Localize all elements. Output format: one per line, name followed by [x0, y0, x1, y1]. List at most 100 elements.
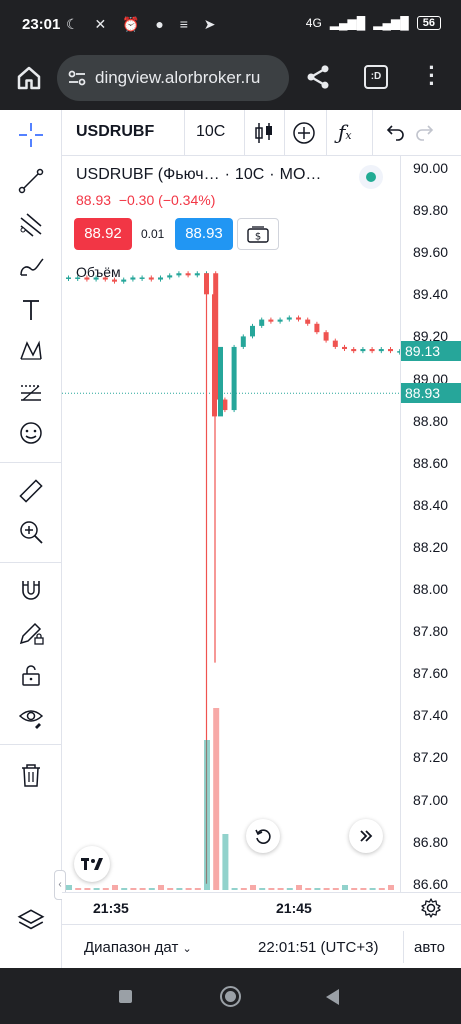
legend-title[interactable]: USDRUBF (Фьюч…: [76, 166, 220, 183]
last-price-marker: 89.13: [401, 341, 461, 362]
candle-body: [388, 349, 393, 352]
wifi-icon: ▂▄▆█: [373, 16, 409, 30]
brush-tool[interactable]: [16, 252, 46, 282]
volume-bar: [75, 888, 82, 890]
zoom-tool[interactable]: [16, 517, 46, 547]
toolbar-divider: [326, 110, 327, 156]
candle-body: [231, 346, 237, 411]
date-range-label: Диапазон дат: [84, 939, 179, 956]
lock-drawings-tool[interactable]: [16, 618, 46, 648]
volume-bar: [323, 888, 330, 890]
crosshair-tool[interactable]: [16, 120, 46, 150]
home-button[interactable]: [14, 63, 44, 93]
url-text: dingview.alorbroker.ru: [95, 68, 261, 87]
toolbar-divider: [244, 110, 245, 156]
scroll-to-realtime-button[interactable]: [349, 819, 383, 853]
trend-line-icon: [18, 168, 44, 194]
trend-line-tool[interactable]: [16, 166, 46, 196]
price-label: 86.80: [413, 833, 449, 850]
sell-button[interactable]: 88.92: [74, 218, 132, 250]
text-icon: [23, 300, 39, 320]
unlock-icon: [22, 665, 40, 686]
volume-bar: [93, 888, 100, 890]
brush-icon: [20, 258, 44, 276]
emoji-tool[interactable]: [16, 418, 46, 448]
tabs-button[interactable]: :D: [364, 65, 388, 89]
spike-body: [212, 294, 217, 417]
buy-button[interactable]: 88.93: [175, 218, 233, 250]
toolbar-divider: [0, 744, 62, 745]
order-book-button[interactable]: $: [237, 218, 279, 250]
redo-button[interactable]: [413, 120, 439, 146]
reset-chart-button[interactable]: [246, 819, 280, 853]
time-label: 21:45: [276, 900, 312, 916]
magnet-tool[interactable]: [16, 576, 46, 606]
auto-scale-button[interactable]: авто: [414, 939, 445, 956]
price-label: 89.80: [413, 202, 449, 219]
volume-bar: [259, 888, 266, 890]
price-axis[interactable]: 90.00 89.80 89.60 89.40 89.20 89.00 88.80 88.60…: [400, 156, 461, 892]
volume-indicator-label[interactable]: Объём: [76, 264, 121, 280]
measure-tool[interactable]: [16, 476, 46, 506]
redo-icon: [416, 125, 434, 141]
symbol-search-button[interactable]: USDRUBF: [76, 123, 154, 141]
timeframe-button[interactable]: 10C: [196, 123, 225, 141]
text-tool[interactable]: [16, 295, 46, 325]
undo-button[interactable]: [383, 120, 409, 146]
volume-bar: [185, 888, 192, 890]
system-nav-bar: [0, 968, 461, 1024]
pitchfork-tool[interactable]: [16, 209, 46, 239]
browser-toolbar: dingview.alorbroker.ru :D · · ·: [0, 48, 461, 110]
fib-retracement-icon: [21, 385, 41, 401]
address-bar[interactable]: dingview.alorbroker.ru: [57, 55, 289, 101]
remove-drawings-tool[interactable]: [16, 760, 46, 790]
pattern-tool[interactable]: [16, 336, 46, 366]
volume-bar: [213, 708, 220, 890]
drawing-toolbar: [0, 110, 62, 968]
volume-bar: [378, 888, 385, 890]
candle-body: [194, 273, 200, 276]
pattern-icon: [20, 340, 42, 360]
indicators-button[interactable]: ƒx: [338, 120, 364, 146]
candle-body: [185, 273, 191, 276]
fib-tool[interactable]: [16, 378, 46, 408]
share-button[interactable]: [304, 62, 332, 97]
home-nav-button[interactable]: [220, 986, 241, 1007]
toolbar-divider: [284, 110, 285, 156]
time-axis[interactable]: 21:35 21:45: [62, 892, 461, 924]
timezone-button[interactable]: 22:01:51 (UTC+3): [258, 939, 378, 956]
chart-bottom-toolbar: Диапазон дат ⌄ 22:01:51 (UTC+3) авто: [62, 924, 461, 968]
compare-button[interactable]: [291, 120, 317, 146]
legend-interval: 10C: [234, 166, 265, 183]
chart-type-button[interactable]: [251, 120, 277, 146]
hide-drawings-tool[interactable]: [16, 702, 46, 732]
volume-bar: [194, 888, 201, 890]
chart-legend: USDRUBF (Фьюч… · 10C · MO…: [76, 166, 322, 183]
object-tree-button[interactable]: [16, 906, 46, 941]
svg-text:$: $: [255, 232, 261, 243]
notification-icons: ☾ ✕ ⏰ ● ≡ ➤: [66, 16, 222, 32]
candle-body: [130, 277, 136, 280]
unlock-tool[interactable]: [16, 660, 46, 690]
status-right: 4G ▂▄▆█ ▂▄▆█ 56: [306, 16, 441, 30]
browser-menu-button[interactable]: · · ·: [425, 57, 439, 95]
ruler-icon: [19, 479, 43, 503]
volume-bar: [102, 888, 109, 890]
date-range-button[interactable]: Диапазон дат ⌄: [84, 939, 192, 956]
volume-bar: [351, 888, 358, 890]
back-button[interactable]: [326, 989, 339, 1005]
signal-icon: ▂▄▆█: [329, 16, 366, 30]
price-label: 90.00: [413, 160, 449, 176]
chart-settings-button[interactable]: [420, 897, 442, 924]
volume-bar: [139, 888, 146, 890]
legend-exchange: MO…: [279, 166, 322, 183]
site-settings-icon[interactable]: [67, 68, 87, 88]
candle-body: [369, 349, 375, 352]
tradingview-logo[interactable]: [74, 846, 110, 882]
price-label: 86.60: [413, 875, 449, 892]
double-chevron-right-icon: [360, 830, 373, 842]
market-status-icon[interactable]: [359, 165, 383, 189]
recents-button[interactable]: [119, 990, 132, 1003]
candle-body: [286, 317, 292, 320]
volume-bar: [296, 885, 302, 890]
